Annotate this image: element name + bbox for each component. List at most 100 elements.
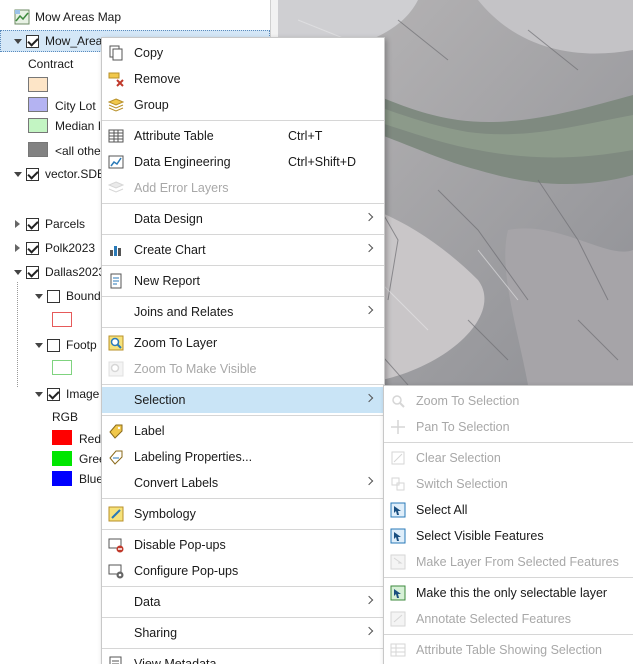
- submenu-chevron-icon: [364, 243, 374, 253]
- visibility-checkbox[interactable]: [26, 241, 39, 255]
- legend-label: Median I: [55, 119, 102, 133]
- menu-item-switch-selection: Switch Selection: [384, 471, 633, 497]
- clear-selection-icon: [391, 451, 405, 465]
- map-icon: [14, 9, 30, 25]
- collapse-caret-icon[interactable]: [13, 37, 22, 46]
- menu-separator: [102, 529, 384, 530]
- menu-item-configure-pop-ups[interactable]: Configure Pop-ups: [102, 558, 384, 584]
- menu-item-symbology[interactable]: Symbology: [102, 501, 384, 527]
- menu-item-clear-selection: Clear Selection: [384, 445, 633, 471]
- visibility-checkbox[interactable]: [26, 265, 39, 279]
- menu-item-copy[interactable]: Copy: [102, 40, 384, 66]
- symbology-icon: [108, 506, 124, 522]
- layer-mow-areas-row[interactable]: Mow_Area: [13, 31, 102, 51]
- menu-separator: [384, 442, 633, 443]
- layer-label: Footp: [66, 338, 97, 352]
- menu-item-attribute-table[interactable]: Attribute Table Ctrl+T: [102, 123, 384, 149]
- layer-footp[interactable]: Footp: [34, 335, 97, 355]
- collapse-caret-icon[interactable]: [34, 390, 43, 399]
- select-visible-icon: [390, 528, 406, 544]
- report-icon: [110, 273, 122, 289]
- menu-item-label: Zoom To Layer: [134, 336, 218, 350]
- menu-separator: [102, 586, 384, 587]
- disable-popups-icon: [108, 538, 124, 553]
- menu-item-make-this-the-only-selectable-layer[interactable]: Make this the only selectable layer: [384, 580, 633, 606]
- menu-item-label: Group: [134, 98, 169, 112]
- collapse-caret-icon[interactable]: [34, 341, 43, 350]
- layer-context-menu: Copy Remove Group Attribute Table Ctrl+T Data…: [101, 37, 385, 664]
- rgb-band-label: Red: [79, 432, 102, 446]
- menu-item-label: Remove: [134, 72, 181, 86]
- menu-item-convert-labels[interactable]: Convert Labels: [102, 470, 384, 496]
- menu-item-label: Copy: [134, 46, 164, 60]
- visibility-checkbox[interactable]: [47, 387, 60, 401]
- layer-label: Polk2023: [45, 241, 96, 255]
- menu-item-group[interactable]: Group: [102, 92, 384, 118]
- menu-item-attribute-table-showing-selection: Attribute Table Showing Selection: [384, 637, 633, 663]
- menu-item-label[interactable]: Label: [102, 418, 384, 444]
- layer-image[interactable]: Image: [34, 384, 99, 404]
- menu-separator: [102, 384, 384, 385]
- menu-item-label: Configure Pop-ups: [134, 564, 239, 578]
- collapse-caret-icon[interactable]: [13, 268, 22, 277]
- collapse-caret-icon[interactable]: [34, 292, 43, 301]
- map-node[interactable]: Mow Areas Map: [14, 7, 121, 27]
- menu-item-data-design[interactable]: Data Design: [102, 206, 384, 232]
- menu-item-select-visible-features[interactable]: Select Visible Features: [384, 523, 633, 549]
- menu-item-remove[interactable]: Remove: [102, 66, 384, 92]
- visibility-checkbox[interactable]: [26, 167, 39, 181]
- chart-icon: [110, 246, 121, 256]
- legend-swatch: [52, 471, 72, 486]
- menu-item-zoom-to-layer[interactable]: Zoom To Layer: [102, 330, 384, 356]
- visibility-checkbox[interactable]: [26, 217, 39, 231]
- menu-item-label: Clear Selection: [416, 451, 501, 465]
- configure-popups-icon: [108, 564, 124, 579]
- menu-item-create-chart[interactable]: Create Chart: [102, 237, 384, 263]
- menu-item-label: Attribute Table Showing Selection: [416, 643, 602, 657]
- visibility-checkbox[interactable]: [47, 338, 60, 352]
- menu-item-shortcut: Ctrl+Shift+D: [288, 155, 357, 169]
- menu-item-label: Data Engineering: [134, 155, 231, 169]
- layer-dallas[interactable]: Dallas2023: [13, 262, 105, 282]
- visibility-checkbox[interactable]: [26, 34, 39, 48]
- menu-item-select-all[interactable]: Select All: [384, 497, 633, 523]
- layer-vector[interactable]: vector.SDE: [13, 164, 105, 184]
- only-selectable-icon: [390, 585, 406, 601]
- label-icon: [109, 424, 123, 439]
- menu-separator: [384, 634, 633, 635]
- copy-icon: [109, 45, 123, 61]
- zoom-layer-icon: [108, 335, 124, 351]
- menu-item-data-engineering[interactable]: Data Engineering Ctrl+Shift+D: [102, 149, 384, 175]
- menu-item-label: Sharing: [134, 626, 178, 640]
- annotate-icon: [390, 611, 406, 627]
- menu-item-sharing[interactable]: Sharing: [102, 620, 384, 646]
- menu-item-make-layer-from-selected-features: Make Layer From Selected Features: [384, 549, 633, 575]
- menu-item-label: Annotate Selected Features: [416, 612, 571, 626]
- group-icon: [108, 98, 124, 112]
- layer-label: Image: [66, 387, 100, 401]
- menu-item-view-metadata[interactable]: View Metadata: [102, 651, 384, 664]
- menu-item-data[interactable]: Data: [102, 589, 384, 615]
- legend-swatch: [52, 451, 72, 466]
- menu-separator: [102, 234, 384, 235]
- visibility-checkbox[interactable]: [47, 289, 60, 303]
- menu-item-add-error-layers: Add Error Layers: [102, 175, 384, 201]
- menu-separator: [102, 648, 384, 649]
- menu-item-label: Pan To Selection: [416, 420, 510, 434]
- layer-polk[interactable]: Polk2023: [13, 238, 95, 258]
- map-title: Mow Areas Map: [35, 10, 122, 24]
- expand-caret-icon[interactable]: [13, 243, 22, 253]
- menu-item-selection[interactable]: Selection: [102, 387, 384, 413]
- menu-item-joins-and-relates[interactable]: Joins and Relates: [102, 299, 384, 325]
- menu-item-labeling-properties[interactable]: Labeling Properties...: [102, 444, 384, 470]
- expand-caret-icon[interactable]: [13, 219, 22, 229]
- menu-separator: [102, 415, 384, 416]
- menu-item-disable-pop-ups[interactable]: Disable Pop-ups: [102, 532, 384, 558]
- menu-item-label: Select All: [416, 503, 468, 517]
- menu-separator: [102, 120, 384, 121]
- menu-item-new-report[interactable]: New Report: [102, 268, 384, 294]
- collapse-caret-icon[interactable]: [13, 170, 22, 179]
- layer-parcels[interactable]: Parcels: [13, 214, 85, 234]
- submenu-chevron-icon: [364, 626, 374, 636]
- layer-bound[interactable]: Bound: [34, 286, 101, 306]
